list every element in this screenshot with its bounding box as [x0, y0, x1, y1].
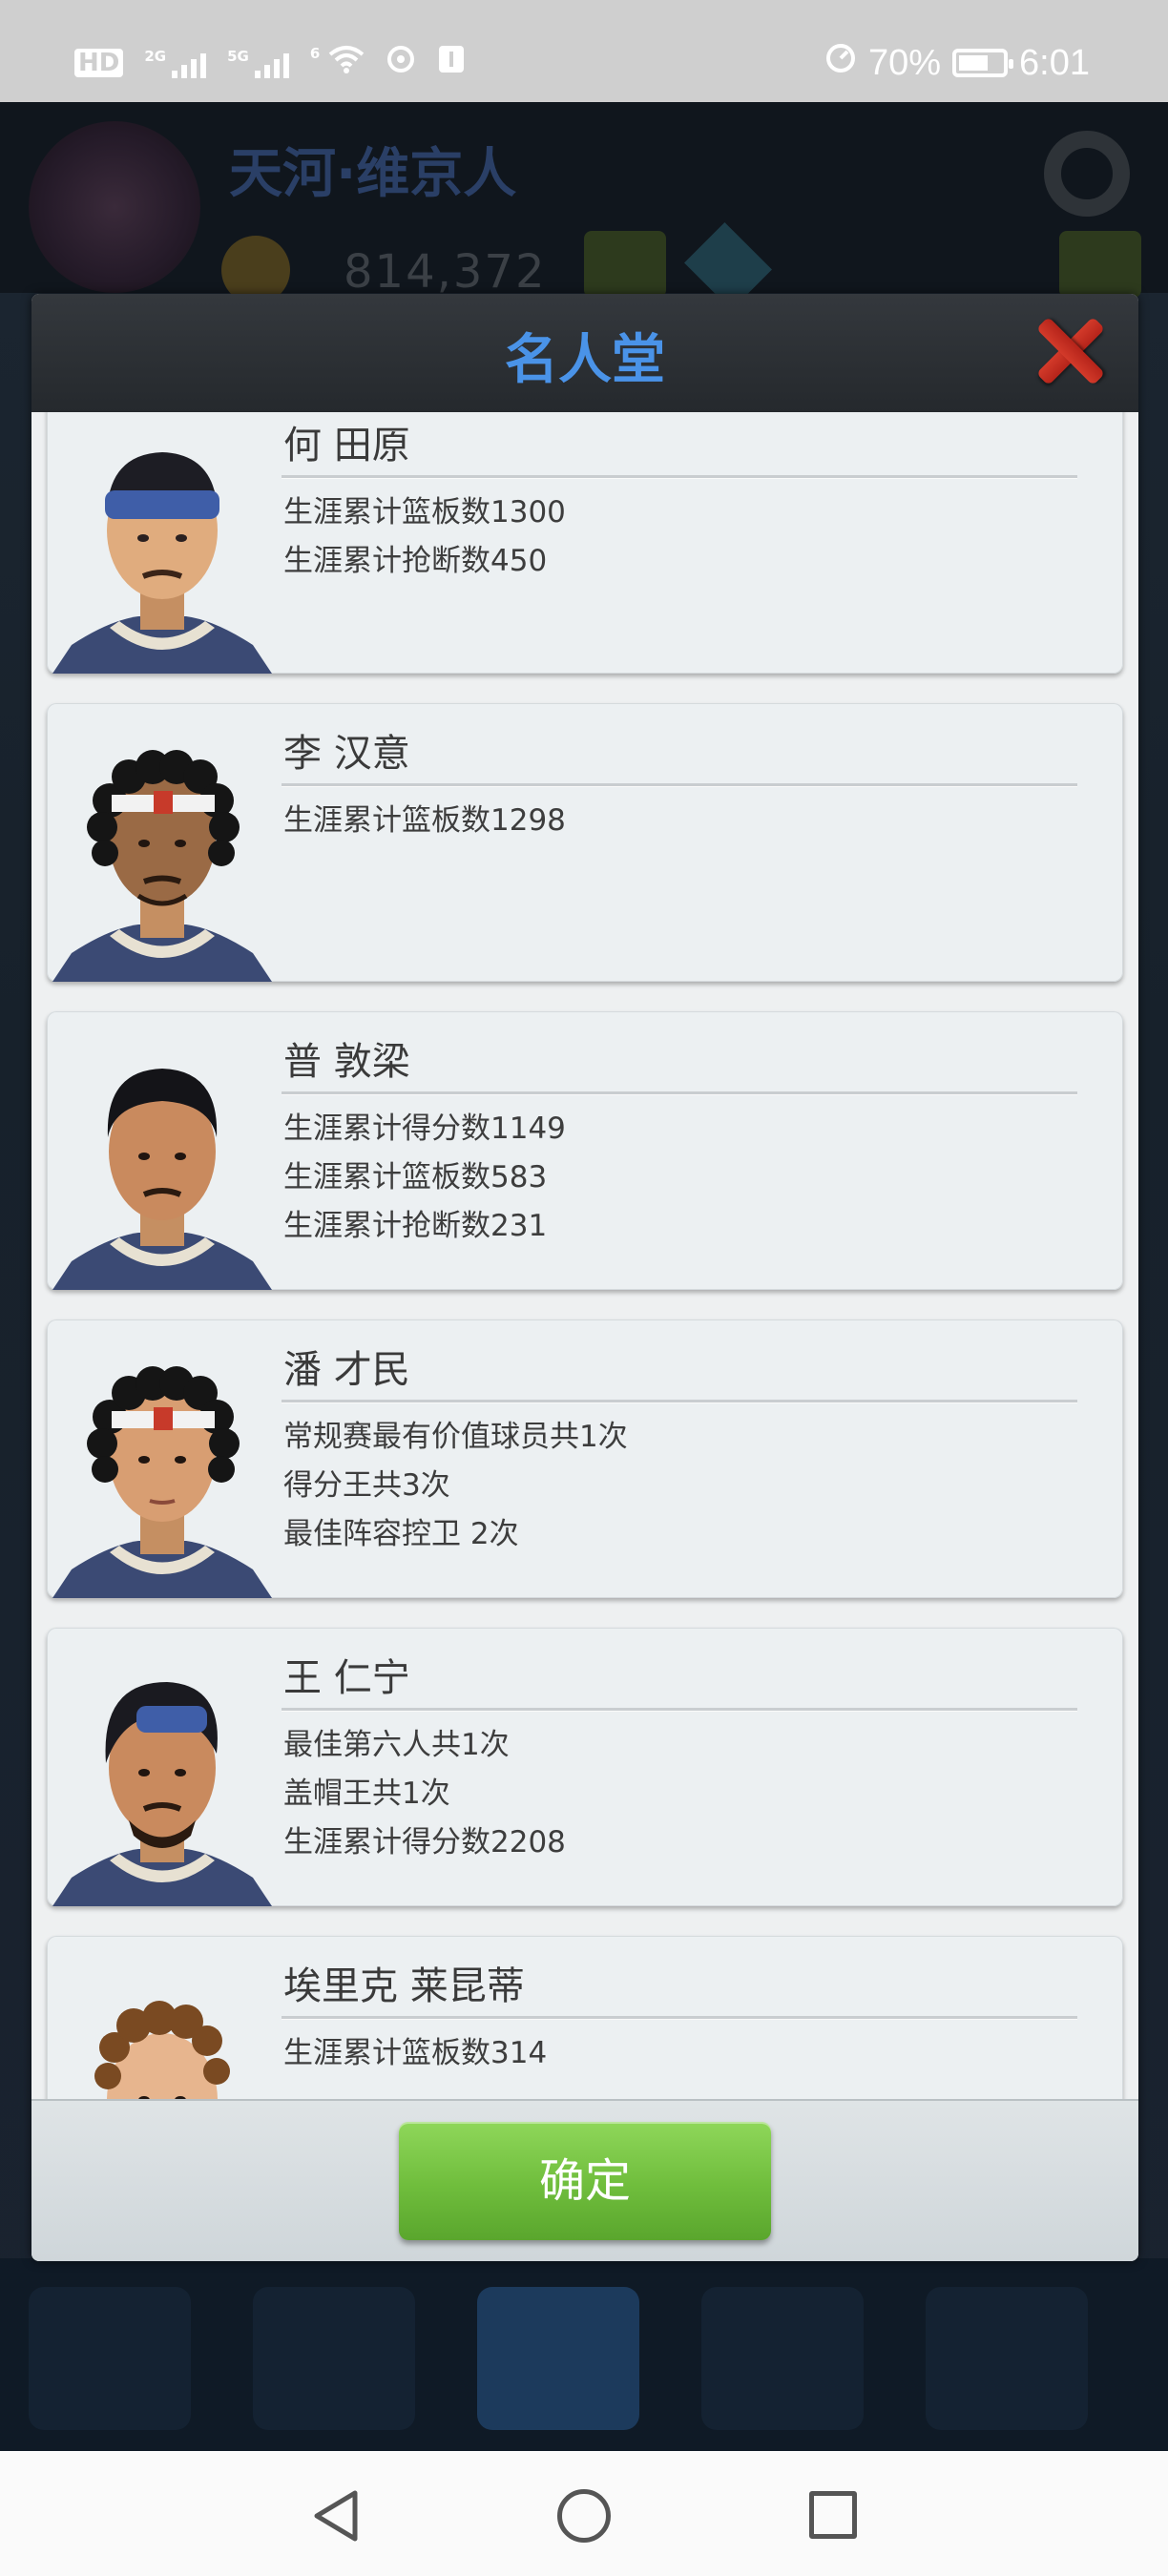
divider	[282, 783, 1077, 787]
wifi-icon: 6	[310, 45, 365, 80]
player-name: 潘 才民	[283, 1348, 410, 1392]
avatar	[52, 1957, 272, 2099]
player-stats: 生涯累计篮板数314	[283, 2029, 547, 2078]
player-name: 普 敦梁	[283, 1040, 410, 1084]
navigation-bar	[0, 2451, 1168, 2576]
gear-icon	[1044, 131, 1130, 217]
home-icon[interactable]	[557, 2489, 611, 2543]
avatar	[52, 416, 272, 674]
dialog-footer: 确定	[31, 2099, 1138, 2261]
stat-line: 生涯累计抢断数231	[283, 1209, 548, 1243]
dialog-header: 名人堂	[31, 294, 1138, 412]
divider	[282, 1708, 1077, 1712]
list-item[interactable]: 李 汉意 生涯累计篮板数1298	[47, 703, 1123, 982]
stat-line: 生涯累计篮板数583	[283, 1160, 548, 1195]
signal-2g-label: 2G	[144, 47, 167, 65]
stat-line: 生涯累计篮板数314	[283, 2036, 548, 2070]
status-right: 70% 6:01	[824, 42, 1090, 84]
player-name: 埃里克 莱昆蒂	[283, 1964, 525, 2008]
team-logo	[29, 121, 200, 293]
tab-arena	[477, 2287, 639, 2430]
player-stats: 生涯累计篮板数1298	[283, 797, 566, 845]
hall-of-fame-dialog: 名人堂 何 田原 生涯累计篮板数1300 生涯累计抢断数450 李 汉意 生涯累…	[31, 294, 1138, 2261]
tab-finance	[253, 2287, 415, 2430]
list-item[interactable]: 普 敦梁 生涯累计得分数1149 生涯累计篮板数583 生涯累计抢断数231	[47, 1011, 1123, 1290]
avatar	[52, 1340, 272, 1598]
player-stats: 生涯累计得分数1149 生涯累计篮板数583 生涯累计抢断数231	[283, 1105, 566, 1251]
stat-line: 生涯累计得分数2208	[283, 1825, 566, 1859]
list-item[interactable]: 王 仁宁 最佳第六人共1次 盖帽王共1次 生涯累计得分数2208	[47, 1628, 1123, 1906]
divider	[282, 475, 1077, 479]
stat-line: 得分王共3次	[283, 1468, 450, 1503]
player-name: 王 仁宁	[283, 1656, 410, 1700]
close-button[interactable]	[1033, 315, 1106, 387]
tab-star	[29, 2287, 191, 2430]
stat-line: 常规赛最有价值球员共1次	[283, 1420, 628, 1454]
divider	[282, 1091, 1077, 1095]
list-item[interactable]: 潘 才民 常规赛最有价值球员共1次 得分王共3次 最佳阵容控卫 2次	[47, 1319, 1123, 1598]
dialog-title: 名人堂	[505, 329, 665, 391]
list-item[interactable]: 何 田原 生涯累计篮板数1300 生涯累计抢断数450	[47, 412, 1123, 674]
player-name: 李 汉意	[283, 732, 410, 776]
status-icons: HD 2G 5G 6	[74, 44, 466, 81]
add-gem-button	[1059, 231, 1141, 298]
battery-icon	[952, 49, 1014, 77]
team-name: 天河·维京人	[229, 143, 517, 205]
avatar	[52, 1649, 272, 1906]
player-stats: 生涯累计篮板数1300 生涯累计抢断数450	[283, 488, 566, 586]
tab-chat	[701, 2287, 864, 2430]
signal-5g-label: 5G	[227, 47, 249, 65]
divider	[282, 2016, 1077, 2020]
add-money-button	[584, 231, 666, 298]
avatar	[52, 1032, 272, 1290]
avatar	[52, 724, 272, 982]
stat-line: 盖帽王共1次	[283, 1776, 450, 1811]
money-value: 814,372	[344, 245, 547, 299]
clock: 6:01	[1019, 42, 1090, 83]
speed-icon	[824, 42, 857, 84]
player-stats: 常规赛最有价值球员共1次 得分王共3次 最佳阵容控卫 2次	[283, 1413, 628, 1559]
recent-apps-icon[interactable]	[809, 2491, 857, 2539]
list-item[interactable]: 埃里克 莱昆蒂 生涯累计篮板数314	[47, 1936, 1123, 2099]
player-name: 何 田原	[283, 424, 410, 467]
confirm-button[interactable]: 确定	[399, 2122, 771, 2240]
notification-icon	[437, 44, 466, 81]
player-list[interactable]: 何 田原 生涯累计篮板数1300 生涯累计抢断数450 李 汉意 生涯累计篮板数…	[31, 412, 1138, 2099]
game-tab-bar	[0, 2258, 1168, 2451]
wifi-label: 6	[309, 45, 321, 62]
back-icon[interactable]	[311, 2489, 361, 2543]
tab-more	[926, 2287, 1088, 2430]
player-stats: 最佳第六人共1次 盖帽王共1次 生涯累计得分数2208	[283, 1721, 566, 1867]
battery-percent: 70%	[867, 42, 942, 83]
data-saver-icon	[386, 44, 416, 81]
stat-line: 生涯累计篮板数1300	[283, 495, 566, 530]
stat-line: 最佳第六人共1次	[283, 1728, 510, 1762]
divider	[282, 1400, 1077, 1403]
team-header: 天河·维京人 814,372	[0, 102, 1168, 310]
signal-2g-icon: 2G	[144, 47, 207, 78]
hd-icon: HD	[74, 48, 124, 77]
stat-line: 生涯累计得分数1149	[283, 1111, 566, 1146]
stat-line: 生涯累计抢断数450	[283, 544, 548, 578]
stat-line: 最佳阵容控卫 2次	[283, 1517, 519, 1551]
status-bar: HD 2G 5G 6 70% 6:01	[0, 0, 1168, 102]
stat-line: 生涯累计篮板数1298	[283, 803, 566, 838]
signal-5g-icon: 5G	[227, 48, 289, 78]
